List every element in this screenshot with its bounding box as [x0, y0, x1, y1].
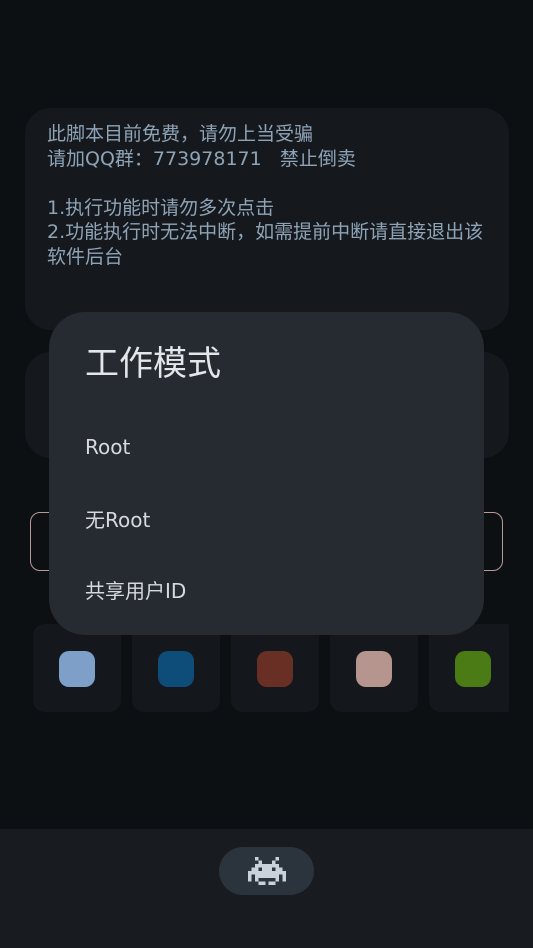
color-swatch-cell-4[interactable]	[330, 624, 418, 712]
dialog-title: 工作模式	[85, 344, 221, 384]
option-no-root[interactable]: 无Root	[49, 488, 484, 548]
work-mode-dialog: 工作模式 Root 无Root 共享用户ID	[49, 312, 484, 635]
color-swatch-cell-3[interactable]	[231, 624, 319, 712]
notice-card: 此脚本目前免费，请勿上当受骗 请加QQ群：773978171 禁止倒卖 1.执行…	[25, 108, 509, 330]
color-swatch-cell-2[interactable]	[132, 624, 220, 712]
color-swatch-3	[257, 651, 293, 687]
color-swatch-cell-5[interactable]	[429, 624, 509, 712]
color-swatch-2	[158, 651, 194, 687]
option-root[interactable]: Root	[49, 417, 484, 477]
option-shared-user-id[interactable]: 共享用户ID	[49, 559, 484, 619]
color-swatch-1	[59, 651, 95, 687]
option-label: 共享用户ID	[85, 578, 187, 603]
color-swatch-row	[33, 624, 509, 714]
color-swatch-4	[356, 651, 392, 687]
option-label: Root	[85, 435, 131, 459]
option-label: 无Root	[85, 507, 151, 532]
app-screen: 此脚本目前免费，请勿上当受骗 请加QQ群：773978171 禁止倒卖 1.执行…	[0, 0, 533, 948]
color-swatch-cell-1[interactable]	[33, 624, 121, 712]
bottom-navigation-bar	[0, 829, 533, 948]
color-swatch-5	[455, 651, 491, 687]
space-invader-icon	[247, 857, 286, 885]
nav-item-main[interactable]	[219, 847, 314, 895]
